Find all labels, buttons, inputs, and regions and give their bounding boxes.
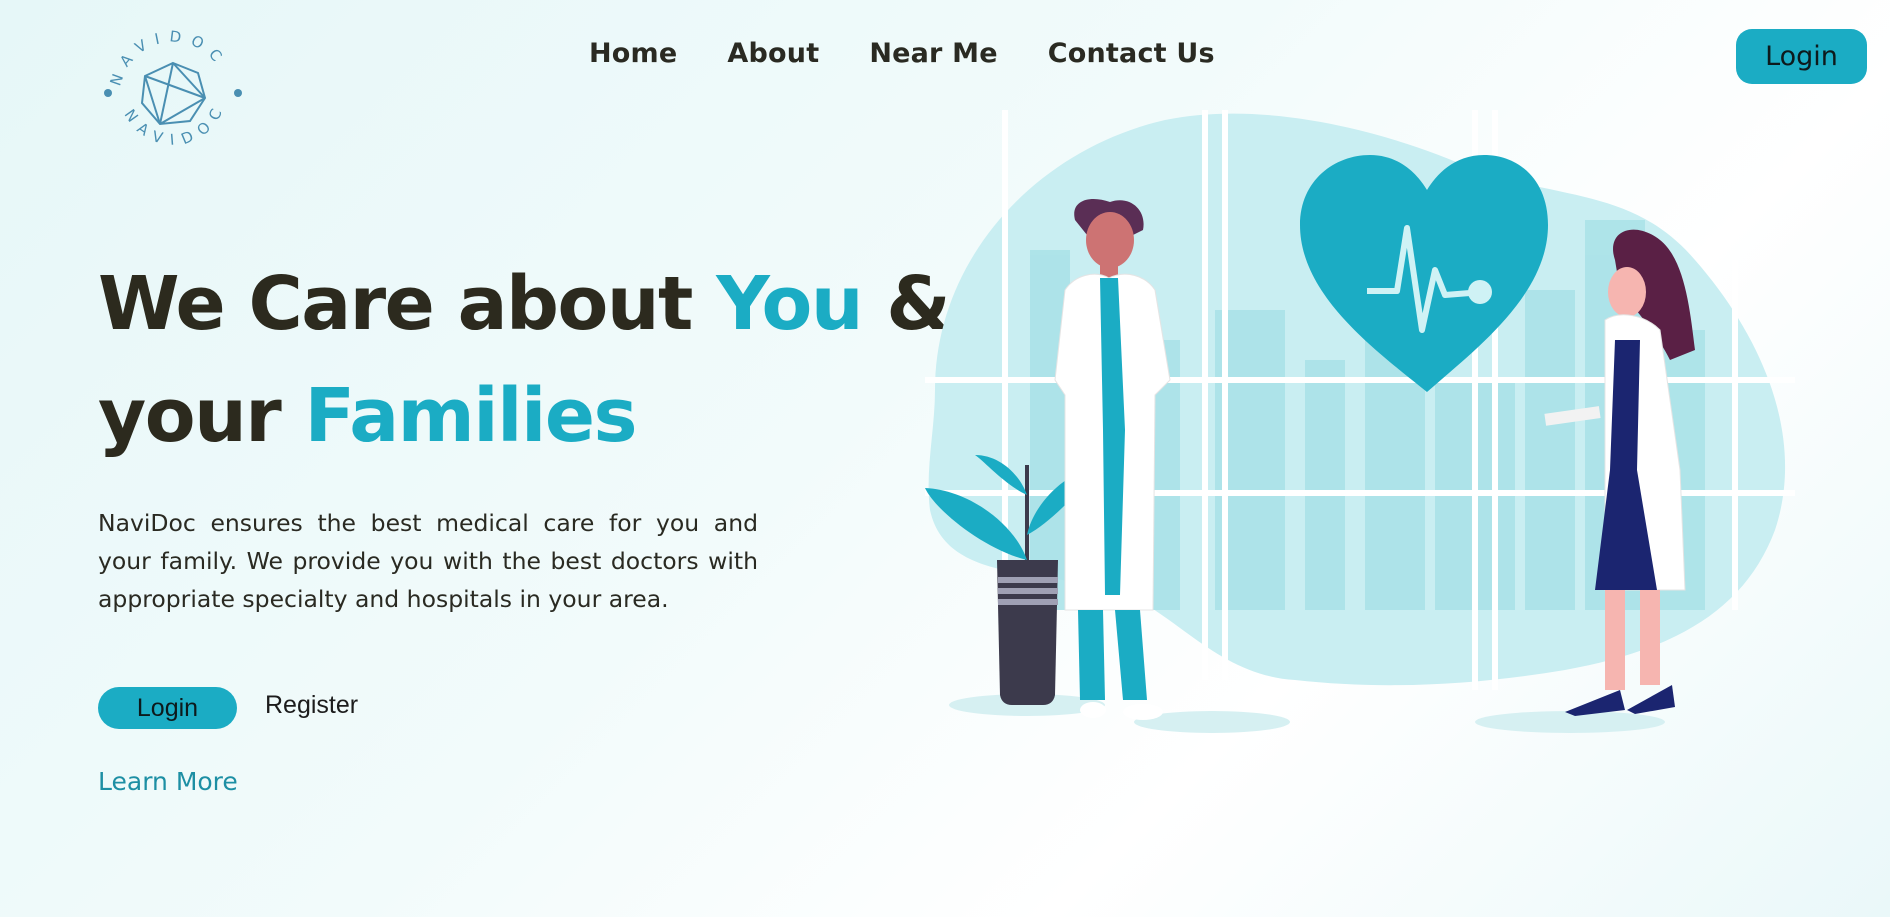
nav-contact-us[interactable]: Contact Us xyxy=(1048,38,1215,69)
hero-title-part3: your xyxy=(98,373,305,459)
logo-ring-text-bottom: NAVIDOC xyxy=(121,98,221,149)
learn-more-link[interactable]: Learn More xyxy=(98,767,238,796)
hero-illustration xyxy=(915,110,1815,740)
svg-text:NAVIDOC: NAVIDOC xyxy=(121,98,230,149)
header-login-button[interactable]: Login xyxy=(1736,29,1867,84)
hero-login-button[interactable]: Login xyxy=(98,687,237,729)
navidoc-logo[interactable]: NAVIDOC NAVIDOC xyxy=(98,20,248,170)
hero-title: We Care about You & your Families xyxy=(98,248,958,472)
hero-title-accent-you: You xyxy=(716,261,863,347)
main-nav: Home About Near Me Contact Us xyxy=(589,38,1215,69)
hero-description: NaviDoc ensures the best medical care fo… xyxy=(98,509,758,613)
hero-title-accent-families: Families xyxy=(304,373,638,459)
medical-illustration xyxy=(925,110,1795,733)
hero-title-part1: We Care about xyxy=(98,261,717,347)
nav-home[interactable]: Home xyxy=(589,38,677,69)
nav-near-me[interactable]: Near Me xyxy=(869,38,997,69)
hero-register-button[interactable]: Register xyxy=(265,691,358,720)
logo-icon: NAVIDOC NAVIDOC xyxy=(104,27,242,149)
nav-about[interactable]: About xyxy=(727,38,819,69)
